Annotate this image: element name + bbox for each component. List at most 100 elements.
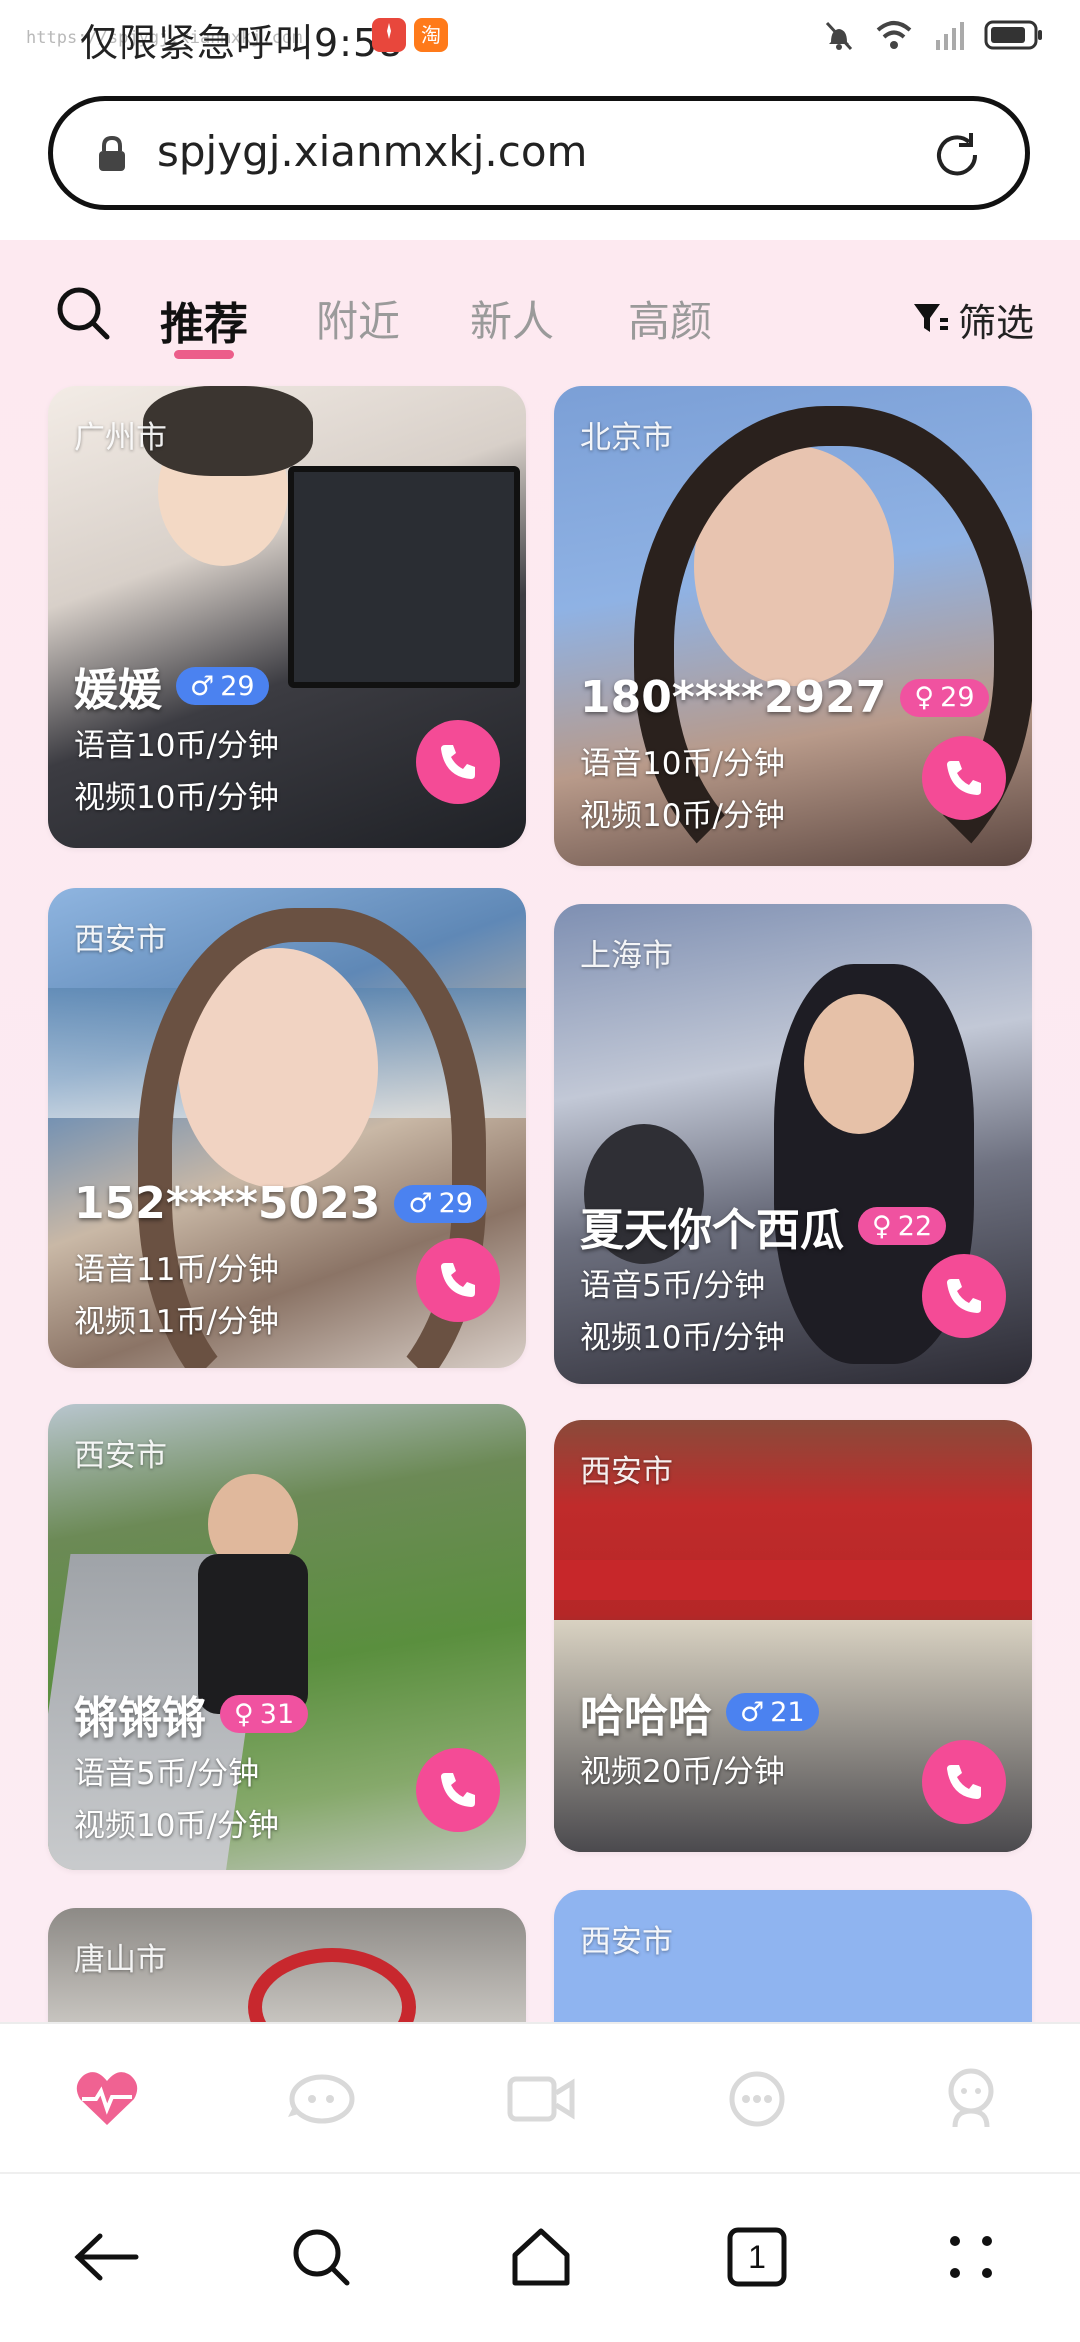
gender-age-badge: ♂ 29 [394,1184,487,1223]
browser-bottom-nav: 1 [0,2172,1080,2342]
battery-icon [984,19,1044,51]
card-city: 西安市 [74,922,167,958]
gender-age-badge: ♂ 21 [726,1693,819,1731]
message-icon[interactable] [722,2064,792,2134]
tabs-icon[interactable]: 1 [722,2222,792,2292]
filter-button[interactable]: 筛选 [910,292,1034,347]
video-call-button[interactable] [922,1254,1006,1338]
age: 29 [940,682,975,713]
user-card[interactable]: 广州市 媛媛 ♂ 29 语音10币/分钟 视频10币/分钟 [48,386,526,848]
taobao-icon: 淘 [414,18,448,52]
menu-icon[interactable] [936,2222,1006,2292]
age: 22 [897,1210,933,1242]
card-city: 西安市 [74,1438,167,1474]
card-name-row: 媛媛 ♂ 29 [74,654,269,718]
gender-age-badge: ♀ 29 [900,678,989,717]
video-call-button[interactable] [416,1748,500,1832]
card-city: 唐山市 [74,1942,167,1978]
age: 29 [438,1188,473,1219]
voice-price: 语音5币/分钟 [580,1268,766,1304]
voice-price: 语音10币/分钟 [580,746,785,782]
card-city: 北京市 [580,420,673,456]
card-city: 西安市 [580,1454,673,1490]
phone-icon [947,1279,981,1313]
status-icons [822,18,1044,52]
status-bar: https://spjygj.xianmxkj.com 仅限紧急呼叫9:58 淘 [0,0,1080,80]
monitor-shape [288,466,520,688]
phone-icon [947,761,981,795]
video-price: 视频10币/分钟 [74,1808,279,1844]
face-shape [804,994,914,1134]
user-card[interactable]: 唐山市 [48,1908,526,2022]
video-call-button[interactable] [922,1740,1006,1824]
tab-recommend[interactable]: 推荐 [160,288,248,352]
card-name-row: 锵锵锵 ♀ 31 [74,1682,309,1746]
address-bar[interactable]: spjygj.xianmxkj.com [48,96,1030,210]
male-icon: ♂ [190,670,215,702]
tab-good-looking[interactable]: 高颜 [628,288,712,349]
dragon-shape [248,1948,416,2022]
no-signal-icon [932,18,966,52]
status-text: 仅限紧急呼叫9:58 [80,21,404,65]
age: 21 [770,1696,805,1728]
card-city: 广州市 [74,420,167,456]
search-icon[interactable] [286,2222,356,2292]
back-arrow-icon[interactable] [72,2222,142,2292]
voice-price: 语音10币/分钟 [74,728,279,764]
video-call-button[interactable] [922,736,1006,820]
user-card[interactable]: 西安市 哈哈哈 ♂ 21 视频20币/分钟 [554,1420,1032,1852]
filter-label: 筛选 [958,301,1035,345]
tab-nearby[interactable]: 附近 [316,288,400,349]
chat-bubble-icon[interactable] [286,2064,356,2134]
reload-icon[interactable] [927,125,987,189]
card-name: 180****2927 [580,672,887,723]
card-city: 上海市 [580,938,673,974]
card-city: 西安市 [580,1924,673,1960]
video-call-button[interactable] [416,1238,500,1322]
video-price: 视频20币/分钟 [580,1754,785,1790]
phone-icon [441,745,475,779]
card-name-row: 180****2927 ♀ 29 [580,672,989,723]
video-icon[interactable] [506,2064,576,2134]
age: 29 [220,670,255,702]
user-card[interactable]: 西安市 锵锵锵 ♀ 31 语音5币/分钟 视频10币/分钟 [48,1404,526,1870]
profile-icon[interactable] [936,2064,1006,2134]
card-name: 152****5023 [74,1178,381,1229]
main-content: 推荐 附近 新人 高颜 筛选 广州市 媛媛 ♂ 29 语音10币/分钟 视频10… [0,240,1080,2022]
video-price: 视频10币/分钟 [580,798,785,834]
male-icon: ♂ [408,1188,433,1219]
card-name: 哈哈哈 [580,1691,712,1742]
user-card[interactable]: 西安市 152****5023 ♂ 29 语音11币/分钟 视频11币/分钟 [48,888,526,1368]
card-name-row: 哈哈哈 ♂ 21 [580,1680,819,1744]
gender-age-badge: ♀ 31 [220,1695,309,1733]
home-icon[interactable] [506,2222,576,2292]
female-icon: ♀ [872,1210,892,1242]
video-call-button[interactable] [416,720,500,804]
awning-shape [554,1560,1032,1600]
lock-icon [95,134,129,178]
female-icon: ♀ [234,1698,254,1730]
search-icon[interactable] [54,284,112,346]
wifi-icon [874,18,914,52]
tab-count: 1 [748,2238,766,2275]
user-card[interactable]: 上海市 夏天你个西瓜 ♀ 22 语音5币/分钟 视频10币/分钟 [554,904,1032,1384]
hair-shape [143,386,313,476]
phone-icon [441,1263,475,1297]
mute-icon [822,18,856,52]
card-name: 夏天你个西瓜 [580,1205,844,1256]
tab-newcomer[interactable]: 新人 [470,288,554,349]
card-name-row: 夏天你个西瓜 ♀ 22 [580,1194,947,1258]
female-icon: ♀ [914,682,935,713]
huawei-app-icon [372,18,406,52]
heart-pulse-icon[interactable] [72,2064,142,2134]
category-tabs: 推荐 附近 新人 高颜 筛选 [0,240,1080,390]
filter-icon [910,298,950,342]
voice-price: 语音11币/分钟 [74,1252,279,1288]
card-name: 锵锵锵 [74,1693,206,1744]
phone-icon [947,1765,981,1799]
video-price: 视频10币/分钟 [580,1320,785,1356]
gender-age-badge: ♀ 22 [858,1207,947,1245]
user-card[interactable]: 西安市 [554,1890,1032,2022]
user-card[interactable]: 北京市 180****2927 ♀ 29 语音10币/分钟 视频10币/分钟 [554,386,1032,866]
url-text[interactable]: spjygj.xianmxkj.com [157,127,587,176]
